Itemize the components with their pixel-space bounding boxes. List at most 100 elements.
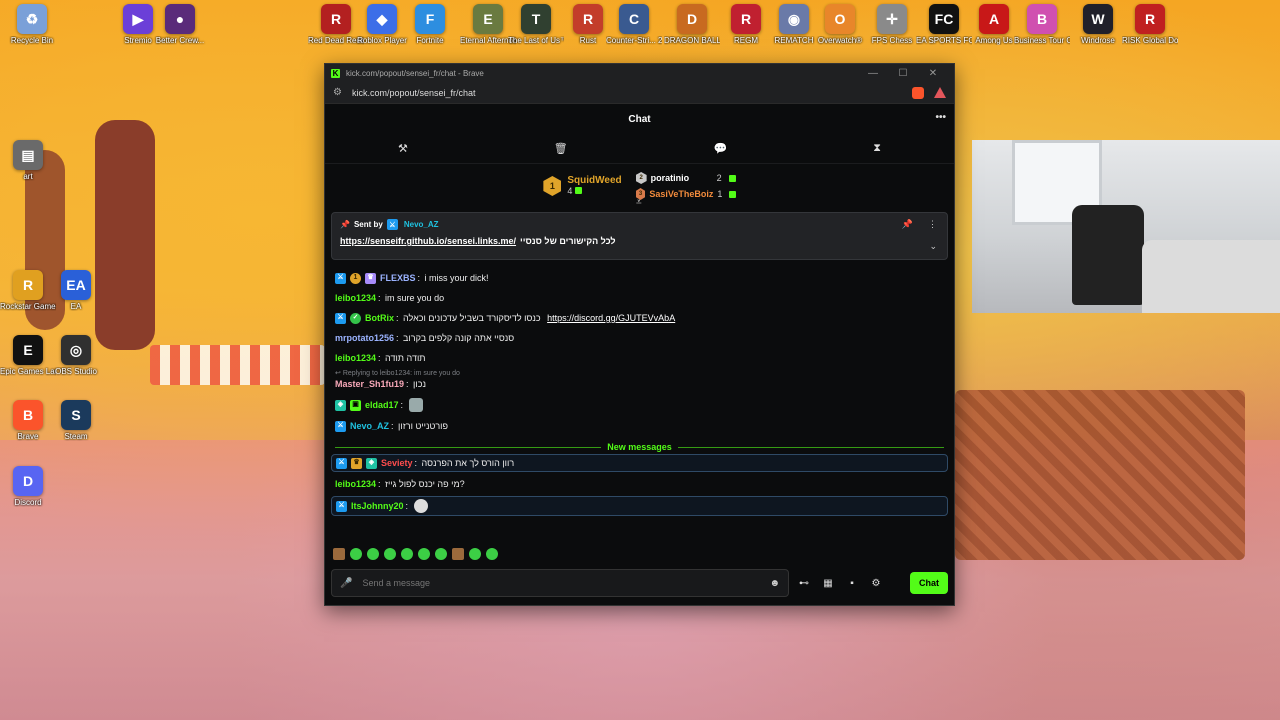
more-options-icon[interactable]: ••• <box>935 112 946 123</box>
leaderboard-third[interactable]: 3 SasiVeTheBoiz 1 <box>635 188 736 200</box>
desktop-icon[interactable]: ● Better Crew... <box>152 4 208 45</box>
pinned-link[interactable]: https://senseifr.github.io/sensei.links.… <box>340 236 516 246</box>
expand-pinned-icon[interactable]: ⌄ <box>929 241 937 252</box>
message-username[interactable]: eldad17 <box>365 399 399 411</box>
chat-input[interactable] <box>362 578 760 588</box>
chat-message[interactable]: ⚔ 1 ♛ FLEXBS: i miss your dick! <box>335 268 944 288</box>
store-icon[interactable]: ▦ <box>819 578 837 589</box>
pinned-options-icon[interactable]: ⋮ <box>928 219 937 230</box>
site-settings-icon[interactable]: ⚙ <box>333 87 342 98</box>
desktop-icon[interactable]: ▤ art <box>0 140 56 181</box>
reply-icon: ↩ <box>335 370 343 377</box>
desktop-icon[interactable]: S Steam <box>48 400 104 441</box>
message-text: רוון הורס לך את הפרנסה <box>421 458 515 468</box>
chat-message[interactable]: mrpotato1256: סנסיי אתה קונה קלפים בקרוב <box>335 328 944 348</box>
leaderboard-second-name: poratinio <box>650 173 690 183</box>
message-username[interactable]: leibo1234 <box>335 292 376 304</box>
emote-icon[interactable] <box>409 398 424 412</box>
desktop-icon[interactable]: D DRAGON BALL Z ... <box>664 4 720 45</box>
desktop-icon[interactable]: C Counter-Stri... 2 <box>606 4 662 45</box>
desktop-icon[interactable]: ♻ Recycle Bin <box>4 4 60 45</box>
minimize-button[interactable]: — <box>858 68 888 79</box>
url-text[interactable]: kick.com/popout/sensei_fr/chat <box>352 88 906 98</box>
close-button[interactable]: ✕ <box>918 68 948 79</box>
emote-icon[interactable] <box>469 548 481 560</box>
emote-icon[interactable] <box>384 548 396 560</box>
send-chat-button[interactable]: Chat <box>910 572 948 594</box>
emote-icon[interactable] <box>435 548 447 560</box>
message-text: כנסו לדיסקורד בשביל עדכונים וכאלה <box>403 313 541 323</box>
brave-rewards-icon[interactable] <box>934 87 946 98</box>
chat-message[interactable]: ◈ ▣ eldad17: <box>335 394 944 416</box>
new-messages-divider: New messages <box>335 442 944 452</box>
emote-icon[interactable] <box>333 548 345 560</box>
message-username[interactable]: Nevo_AZ <box>350 420 389 432</box>
message-username[interactable]: ItsJohnny20 <box>351 500 404 512</box>
emote-icon[interactable] <box>452 548 464 560</box>
emote-icon[interactable] <box>350 548 362 560</box>
message-username[interactable]: mrpotato1256 <box>335 332 394 344</box>
message-username[interactable]: leibo1234 <box>335 478 376 490</box>
unpin-icon[interactable]: 📌 <box>902 219 913 230</box>
chat-rules-icon[interactable]: ▪ <box>843 578 861 589</box>
emote-icon[interactable] <box>401 548 413 560</box>
hammer-icon[interactable]: ⚒ <box>398 142 408 155</box>
desktop-icon[interactable]: EA EA <box>48 270 104 311</box>
brave-shields-icon[interactable] <box>912 86 924 99</box>
reply-context[interactable]: ↩ Replying to leibo1234: im sure you do <box>335 368 944 377</box>
leaderboard-second-count: 2 <box>716 173 722 183</box>
channel-points-icon[interactable]: ⊷ <box>795 578 813 589</box>
chat-message[interactable]: Master_Sh1fu19: נכון <box>335 377 944 394</box>
moderator-badge-icon: ⚔ <box>335 420 346 432</box>
message-username[interactable]: Seviety <box>381 457 413 469</box>
message-username[interactable]: Master_Sh1fu19 <box>335 378 404 390</box>
chat-message[interactable]: ⚔ ✓ BotRix: כנסו לדיסקורד בשביל עדכונים … <box>335 308 944 328</box>
hourglass-icon[interactable]: ⧗ <box>873 142 881 155</box>
pinned-sender[interactable]: Nevo_AZ <box>404 220 439 229</box>
app-icon: R <box>573 4 603 34</box>
chat-message[interactable]: ⚔ ♛ ◈ Seviety: רוון הורס לך את הפרנסה <box>331 454 948 472</box>
webcam-overlay <box>972 140 1280 313</box>
message-username[interactable]: BotRix <box>365 312 394 324</box>
desktop-icon[interactable]: ✛ FPS Chess <box>864 4 920 45</box>
message-username[interactable]: leibo1234 <box>335 352 376 364</box>
chat-bubble-icon[interactable]: 💬 <box>714 142 728 155</box>
desktop-icon-label: Recycle Bin <box>10 36 54 45</box>
settings-icon[interactable]: ⚙ <box>867 578 885 589</box>
chat-message[interactable]: leibo1234: im sure you do <box>335 288 944 308</box>
desktop-icon-label: art <box>23 172 33 181</box>
desktop-icon[interactable]: O Overwatch® <box>812 4 868 45</box>
microphone-icon[interactable]: 🎤 <box>340 578 352 589</box>
message-link[interactable]: https://discord.gg/GJUTEVvAbA <box>547 312 675 324</box>
crown-badge-icon: ♛ <box>351 457 362 469</box>
desktop-icon[interactable]: FC EA SPORTS FC 26 <box>916 4 972 45</box>
desktop-icon[interactable]: D Discord <box>0 466 56 507</box>
chat-message[interactable]: ⚔ Nevo_AZ: פורטנייט ורזון <box>335 416 944 436</box>
chat-messages: ⚔ 1 ♛ FLEXBS: i miss your dick! leibo123… <box>325 268 954 516</box>
app-icon: A <box>979 4 1009 34</box>
desktop-icon[interactable]: B Business Tour Online M... <box>1014 4 1070 45</box>
trash-icon[interactable]: 🗑 <box>554 142 568 155</box>
leaderboard-second[interactable]: 2 poratinio 2 <box>635 172 736 184</box>
maximize-button[interactable]: ☐ <box>888 68 918 79</box>
desktop-icon[interactable]: T The Last of Us™ Part I <box>508 4 564 45</box>
emote-icon[interactable] <box>486 548 498 560</box>
emote-icon[interactable] <box>414 499 429 513</box>
rank-badge: 1 <box>543 176 562 196</box>
app-icon: O <box>825 4 855 34</box>
emote-icon[interactable] <box>418 548 430 560</box>
webcam-bed <box>1142 240 1280 313</box>
chat-message[interactable]: leibo1234: מי פה יכנס לפול גייז? <box>335 474 944 494</box>
leaderboard-first[interactable]: 1 SquidWeed 4 <box>543 175 622 197</box>
desktop-icon[interactable]: F Fortnite <box>402 4 458 45</box>
desktop-icon[interactable]: W Windrose <box>1070 4 1126 45</box>
chat-message[interactable]: leibo1234: תודה תודה <box>335 348 944 368</box>
emote-icon[interactable] <box>367 548 379 560</box>
collapse-leaderboard-icon[interactable]: ⩡ <box>636 197 642 208</box>
emoji-picker-icon[interactable]: ☻ <box>769 578 780 589</box>
app-icon: S <box>61 400 91 430</box>
desktop-icon[interactable]: R RISK Global Domination <box>1122 4 1178 45</box>
desktop-icon[interactable]: ◎ OBS Studio <box>48 335 104 376</box>
chat-message[interactable]: ⚔ ItsJohnny20: <box>331 496 948 516</box>
message-username[interactable]: FLEXBS <box>380 272 416 284</box>
